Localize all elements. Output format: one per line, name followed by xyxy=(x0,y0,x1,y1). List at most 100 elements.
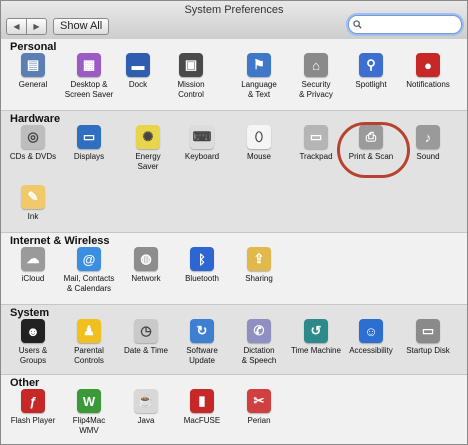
pref-pane-users-groups[interactable]: ☻ Users & Groups xyxy=(4,319,62,365)
java-icon: ☕ xyxy=(134,389,158,413)
pref-pane-network[interactable]: ◍ Network xyxy=(117,247,175,284)
section-title: Hardware xyxy=(10,113,61,125)
mission-control-icon: ▣ xyxy=(179,53,203,77)
section-title: Other xyxy=(10,377,40,389)
pref-pane-perian[interactable]: ✂ Perian xyxy=(230,389,288,426)
pref-pane-security[interactable]: ⌂ Security & Privacy xyxy=(287,53,345,99)
search-field[interactable] xyxy=(348,15,462,34)
flash-player-icon: ƒ xyxy=(21,389,45,413)
pref-pane-spotlight[interactable]: ⚲ Spotlight xyxy=(342,53,400,90)
system-preferences-window: System Preferences ◀ ▶ Show All Personal… xyxy=(0,0,468,445)
icloud-icon: ☁ xyxy=(21,247,45,271)
pref-pane-label: Perian xyxy=(247,416,271,425)
pref-pane-dictation[interactable]: ✆ Dictation & Speech xyxy=(230,319,288,365)
pref-pane-label: Users & Groups xyxy=(18,346,48,365)
pref-pane-label: Sharing xyxy=(245,274,273,283)
language-icon: ⚑ xyxy=(247,53,271,77)
pref-pane-label: Language & Text xyxy=(241,80,277,99)
sound-icon: ♪ xyxy=(416,125,440,149)
general-icon: ▤ xyxy=(21,53,45,77)
pref-pane-java[interactable]: ☕ Java xyxy=(117,389,175,426)
pref-pane-label: Mission Control xyxy=(177,80,205,99)
pref-pane-label: Keyboard xyxy=(184,152,220,161)
energy-saver-icon: ✺ xyxy=(136,125,160,149)
pref-pane-notifications[interactable]: ● Notifications xyxy=(399,53,457,90)
pref-pane-accessibility[interactable]: ☺ Accessibility xyxy=(342,319,400,356)
sharing-icon: ⇪ xyxy=(247,247,271,271)
mail-contacts-icon: @ xyxy=(77,247,101,271)
show-all-button[interactable]: Show All xyxy=(53,18,110,35)
startup-disk-icon: ▭ xyxy=(416,319,440,343)
macfuse-icon: ▮ xyxy=(190,389,214,413)
pref-pane-time-machine[interactable]: ↺ Time Machine xyxy=(287,319,345,356)
pref-pane-label: Mail, Contacts & Calendars xyxy=(63,274,115,293)
pref-pane-flip4mac[interactable]: W Flip4Mac WMV xyxy=(60,389,118,435)
pref-pane-language[interactable]: ⚑ Language & Text xyxy=(230,53,288,99)
perian-icon: ✂ xyxy=(247,389,271,413)
bluetooth-icon: ᛒ xyxy=(190,247,214,271)
pref-pane-label: Time Machine xyxy=(291,346,341,355)
pref-pane-label: MacFUSE xyxy=(183,416,221,425)
pref-pane-label: Dock xyxy=(128,80,148,89)
pref-pane-mail-contacts[interactable]: @ Mail, Contacts & Calendars xyxy=(60,247,118,293)
pref-pane-energy-saver[interactable]: ✺ Energy Saver xyxy=(119,125,177,171)
section-internet-wireless: Internet & Wireless ☁ iCloud @ Mail, Contac… xyxy=(1,233,467,305)
pref-pane-label: Energy Saver xyxy=(135,152,161,171)
pref-pane-label: iCloud xyxy=(21,274,45,283)
highlight-circle xyxy=(337,122,410,178)
pref-pane-keyboard[interactable]: ⌨ Keyboard xyxy=(173,125,231,162)
pref-pane-label: General xyxy=(18,80,48,89)
pref-pane-label: Flash Player xyxy=(10,416,56,425)
pref-pane-label: Spotlight xyxy=(355,80,387,89)
ink-icon: ✎ xyxy=(21,185,45,209)
pref-pane-startup-disk[interactable]: ▭ Startup Disk xyxy=(399,319,457,356)
spotlight-icon: ⚲ xyxy=(359,53,383,77)
parental-controls-icon: ♟ xyxy=(77,319,101,343)
security-icon: ⌂ xyxy=(304,53,328,77)
pref-pane-general[interactable]: ▤ General xyxy=(4,53,62,90)
section-personal: Personal ▤ General ▦ Desktop & Screen Saver… xyxy=(1,39,467,111)
pref-pane-label: Network xyxy=(131,274,161,283)
date-time-icon: ◷ xyxy=(134,319,158,343)
pref-pane-label: CDs & DVDs xyxy=(9,152,57,161)
pref-pane-label: Parental Controls xyxy=(74,346,104,365)
desktop-icon: ▦ xyxy=(77,53,101,77)
pref-pane-dock[interactable]: ▬ Dock xyxy=(109,53,167,90)
pref-pane-label: Displays xyxy=(73,152,105,161)
section-other: Other ƒ Flash Player W Flip4Mac WMV ☕ Java ▮ Ma… xyxy=(1,375,467,444)
pref-pane-date-time[interactable]: ◷ Date & Time xyxy=(117,319,175,356)
users-groups-icon: ☻ xyxy=(21,319,45,343)
forward-button[interactable]: ▶ xyxy=(26,19,46,34)
software-update-icon: ↻ xyxy=(190,319,214,343)
pref-pane-label: Software Update xyxy=(186,346,218,365)
pref-pane-trackpad[interactable]: ▭ Trackpad xyxy=(287,125,345,162)
pref-pane-bluetooth[interactable]: ᛒ Bluetooth xyxy=(173,247,231,284)
pref-pane-label: Ink xyxy=(27,212,39,221)
pref-pane-software-update[interactable]: ↻ Software Update xyxy=(173,319,231,365)
pref-pane-sharing[interactable]: ⇪ Sharing xyxy=(230,247,288,284)
search-icon xyxy=(353,20,362,29)
keyboard-icon: ⌨ xyxy=(190,125,214,149)
network-icon: ◍ xyxy=(134,247,158,271)
pref-pane-flash-player[interactable]: ƒ Flash Player xyxy=(4,389,62,426)
displays-icon: ▭ xyxy=(77,125,101,149)
section-title: System xyxy=(10,307,50,319)
pref-pane-cd[interactable]: ◎ CDs & DVDs xyxy=(4,125,62,162)
pref-pane-label: Java xyxy=(137,416,155,425)
pref-pane-label: Flip4Mac WMV xyxy=(72,416,106,435)
pref-pane-parental-controls[interactable]: ♟ Parental Controls xyxy=(60,319,118,365)
nav-buttons: ◀ ▶ xyxy=(6,18,47,35)
pref-pane-macfuse[interactable]: ▮ MacFUSE xyxy=(173,389,231,426)
pref-pane-ink[interactable]: ✎ Ink xyxy=(4,185,62,222)
pref-pane-label: Dictation & Speech xyxy=(241,346,277,365)
search-input[interactable] xyxy=(362,19,458,30)
pref-pane-label: Notifications xyxy=(406,80,450,89)
pref-pane-displays[interactable]: ▭ Displays xyxy=(60,125,118,162)
pref-pane-mission-control[interactable]: ▣ Mission Control xyxy=(162,53,220,99)
pref-pane-label: Mouse xyxy=(246,152,271,161)
pref-pane-icloud[interactable]: ☁ iCloud xyxy=(4,247,62,284)
dock-icon: ▬ xyxy=(126,53,150,77)
dictation-icon: ✆ xyxy=(247,319,271,343)
pref-pane-mouse[interactable]: ⬯ Mouse xyxy=(230,125,288,162)
back-button[interactable]: ◀ xyxy=(7,19,26,34)
